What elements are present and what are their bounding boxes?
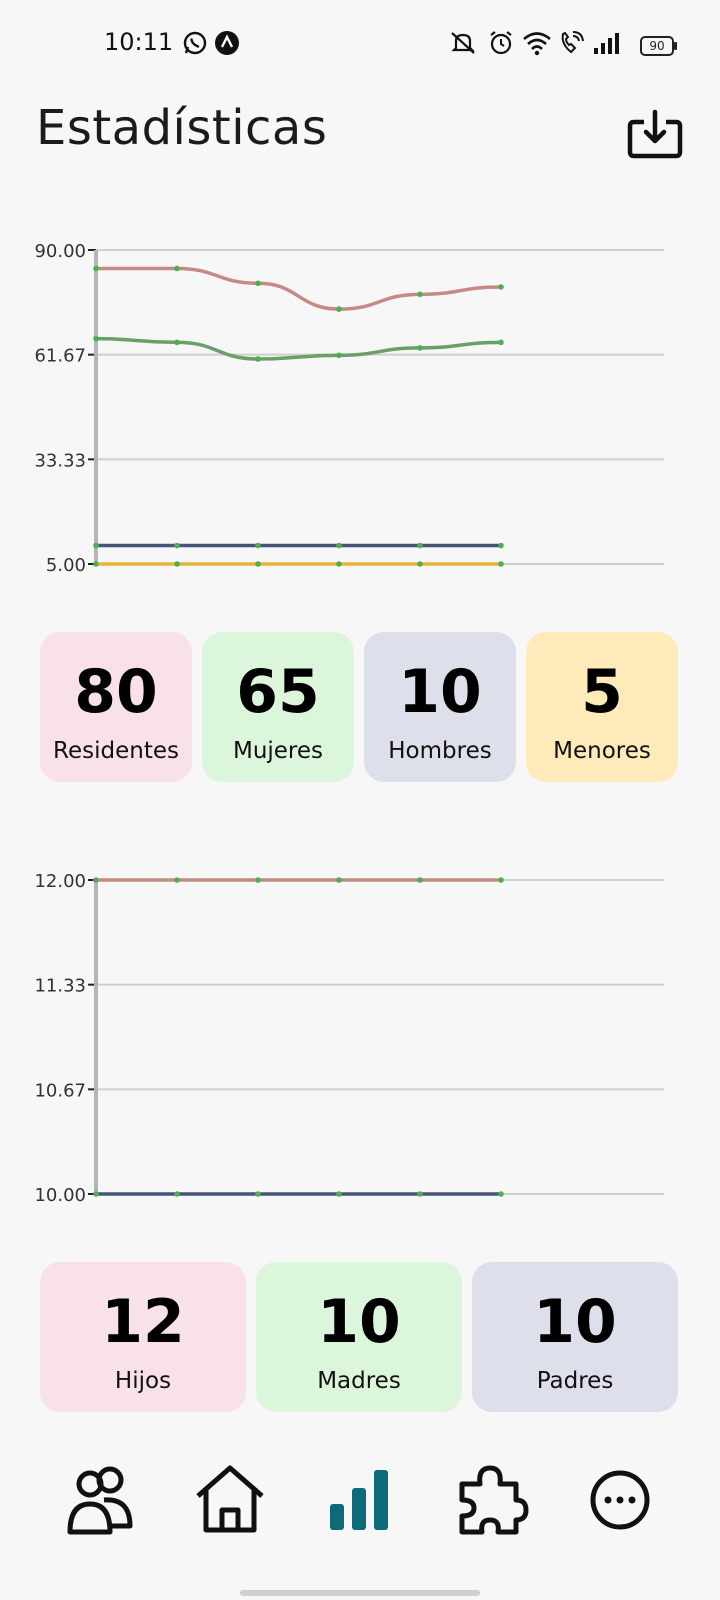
y-tick-label: 33.33 <box>34 450 86 471</box>
stats-icon <box>330 1470 388 1530</box>
nav-stats[interactable] <box>320 1460 400 1540</box>
residents-line-chart: 90.00 61.67 33.33 5.00 <box>34 241 664 576</box>
card-madres[interactable]: 10 Madres <box>256 1262 462 1412</box>
data-point <box>174 339 180 346</box>
card-residentes[interactable]: 80 Residentes <box>40 632 192 782</box>
alarm-icon <box>490 31 512 55</box>
nav-more[interactable] <box>580 1460 660 1540</box>
data-point <box>417 291 423 298</box>
data-point <box>417 345 423 351</box>
data-point <box>498 561 504 567</box>
y-tick-label: 12.00 <box>34 871 86 892</box>
status-bar: 10:11 90 <box>0 0 720 90</box>
home-indicator[interactable] <box>240 1590 480 1596</box>
card-madres-label: Madres <box>317 1368 401 1394</box>
nav-puzzle[interactable] <box>450 1460 530 1540</box>
data-point <box>255 356 261 362</box>
data-point <box>255 1191 261 1197</box>
data-point <box>93 542 99 549</box>
data-point <box>336 1191 342 1197</box>
card-padres[interactable]: 10 Padres <box>472 1262 678 1412</box>
data-point <box>336 352 342 359</box>
data-point <box>336 561 342 567</box>
card-hombres-label: Hombres <box>388 738 492 764</box>
data-point <box>174 877 180 883</box>
nav-users[interactable] <box>60 1460 140 1540</box>
y-tick-label: 10.00 <box>34 1185 86 1206</box>
card-residentes-label: Residentes <box>53 738 179 764</box>
wifi-call-icon <box>561 31 584 54</box>
data-point <box>336 877 342 883</box>
y-tick-label: 90.00 <box>34 241 86 262</box>
card-hijos-value: 12 <box>101 1287 185 1357</box>
arc-app-icon <box>215 31 239 55</box>
data-point <box>174 265 180 272</box>
more-icon <box>590 1470 650 1530</box>
card-madres-value: 10 <box>317 1287 401 1357</box>
card-hijos[interactable]: 12 Hijos <box>40 1262 246 1412</box>
download-icon <box>627 109 683 159</box>
data-point <box>174 1191 180 1197</box>
data-point <box>498 542 504 549</box>
card-menores-label: Menores <box>553 738 651 764</box>
signal-icon <box>594 33 619 54</box>
whatsapp-icon <box>183 31 207 55</box>
puzzle-icon <box>459 1465 529 1535</box>
data-point <box>498 284 504 290</box>
data-point <box>498 877 504 883</box>
family-chart: 12.00 11.33 10.67 10.00 <box>0 860 720 1220</box>
data-point <box>417 877 423 883</box>
data-point <box>93 561 99 567</box>
y-tick-label: 10.67 <box>34 1080 86 1101</box>
data-point <box>336 542 342 549</box>
battery-icon: 90 <box>640 36 677 56</box>
card-mujeres-value: 65 <box>236 657 320 727</box>
mute-icon <box>451 32 475 54</box>
data-point <box>93 335 99 342</box>
data-point <box>255 877 261 883</box>
card-hombres-value: 10 <box>398 657 482 727</box>
bottom-nav <box>0 1460 720 1550</box>
data-point <box>174 542 180 549</box>
data-point <box>255 561 261 567</box>
data-point <box>336 306 342 312</box>
card-padres-value: 10 <box>533 1287 617 1357</box>
data-point <box>417 1191 423 1197</box>
data-point <box>93 877 99 883</box>
residents-chart: 90.00 61.67 33.33 5.00 <box>0 230 720 590</box>
page-title: Estadísticas <box>36 100 328 156</box>
y-tick-label: 5.00 <box>46 555 86 576</box>
card-hijos-label: Hijos <box>114 1368 172 1394</box>
y-tick-label: 61.67 <box>34 346 86 367</box>
family-line-chart: 12.00 11.33 10.67 10.00 <box>34 871 664 1206</box>
data-point <box>417 542 423 549</box>
card-menores-value: 5 <box>581 657 623 727</box>
home-icon <box>196 1465 264 1533</box>
data-point <box>498 1191 504 1197</box>
data-point <box>255 280 261 287</box>
data-point <box>174 561 180 567</box>
nav-home[interactable] <box>190 1460 270 1540</box>
data-point <box>255 542 261 549</box>
card-hombres[interactable]: 10 Hombres <box>364 632 516 782</box>
data-point <box>93 265 99 272</box>
series-line-residentes <box>95 266 502 311</box>
card-menores[interactable]: 5 Menores <box>526 632 678 782</box>
y-tick-label: 11.33 <box>34 976 86 997</box>
family-summary: 12 Hijos 10 Madres 10 Padres <box>40 1262 678 1412</box>
card-residentes-value: 80 <box>74 657 158 727</box>
card-mujeres[interactable]: 65 Mujeres <box>202 632 354 782</box>
status-time: 10:11 <box>104 28 174 56</box>
data-point <box>93 1191 99 1197</box>
card-padres-label: Padres <box>536 1368 614 1394</box>
card-mujeres-label: Mujeres <box>232 738 324 764</box>
data-point <box>417 561 423 567</box>
residents-summary: 80 Residentes 65 Mujeres 10 Hombres 5 Me… <box>40 632 678 782</box>
download-button[interactable] <box>626 108 684 160</box>
series-line-mujeres <box>95 336 502 361</box>
data-point <box>498 339 504 346</box>
users-icon <box>67 1466 133 1535</box>
wifi-icon <box>523 32 551 56</box>
